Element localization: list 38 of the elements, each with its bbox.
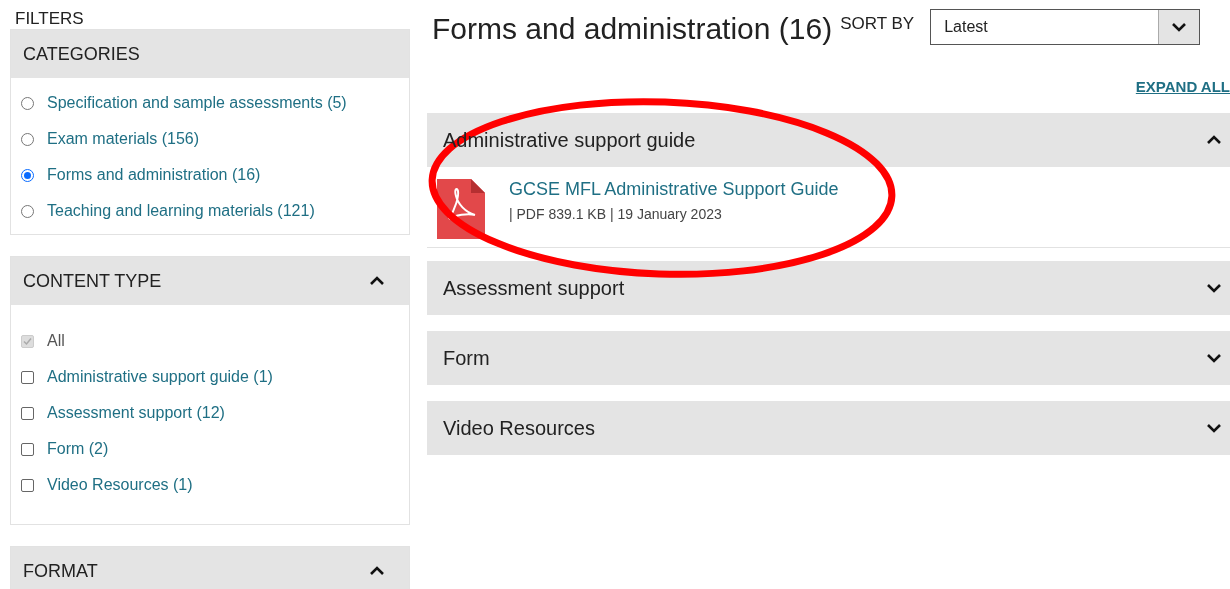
chevron-down-icon [1206,423,1222,433]
chevron-down-icon [1206,283,1222,293]
page-heading: Forms and administration (16) [432,12,833,46]
chevron-down-icon [1171,22,1188,32]
accordion-header[interactable]: Video Resources [427,401,1230,455]
category-option[interactable]: Exam materials (156) [47,130,200,148]
category-option[interactable]: Specification and sample assessments (5) [47,94,347,112]
accordion-title: Video Resources [443,416,595,440]
document-link[interactable]: GCSE MFL Administrative Support Guide [509,179,839,200]
checkbox[interactable] [21,406,34,420]
checkbox[interactable] [21,478,34,492]
checkbox[interactable] [21,442,34,456]
category-option[interactable]: Forms and administration (16) [47,166,261,184]
sort-label: SORT BY [840,14,915,34]
panel-header[interactable]: CATEGORIES [11,30,409,78]
accordion-title: Form [443,346,490,370]
accordion-header[interactable]: Assessment support [427,261,1230,315]
content-type-option[interactable]: Video Resources (1) [47,476,193,494]
content-type-option[interactable]: Assessment support (12) [47,404,225,422]
sort-select[interactable]: Latest [930,9,1201,45]
chevron-down-icon [1206,353,1222,363]
chevron-up-icon [369,566,385,576]
panel-title: CONTENT TYPE [23,270,162,292]
category-option[interactable]: Teaching and learning materials (121) [47,202,315,220]
document-meta: | PDF 839.1 KB | 19 January 2023 [509,206,723,222]
panel-title: FORMAT [23,560,98,582]
accordion-header[interactable]: Form [427,331,1230,385]
panel-header[interactable]: FORMAT [11,547,409,589]
checkbox[interactable] [21,370,34,384]
panel-header[interactable]: CONTENT TYPE [11,257,409,305]
content-type-option[interactable]: Form (2) [47,440,109,458]
expand-all-link[interactable]: EXPAND ALL [1135,78,1230,113]
chevron-up-icon [1206,135,1222,145]
filters-title: FILTERS [14,8,85,29]
accordion-title: Assessment support [443,276,625,300]
chevron-up-icon [369,276,385,286]
content-type-option[interactable]: Administrative support guide (1) [47,368,273,386]
panel-title: CATEGORIES [23,43,140,65]
